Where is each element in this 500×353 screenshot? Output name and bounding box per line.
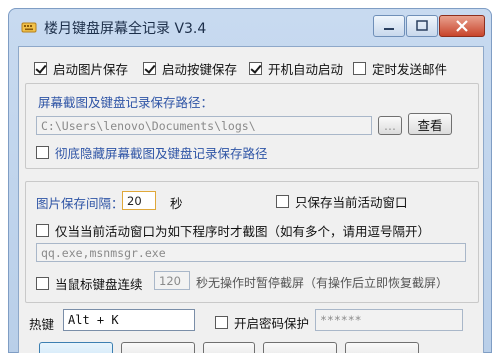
minimize-icon <box>384 28 394 30</box>
interval-unit: 秒 <box>170 196 183 211</box>
footer-button-1[interactable] <box>39 342 113 353</box>
program-only-checkbox[interactable]: 仅当当前活动窗口为如下程序时才截图（如有多个，请用逗号隔开） <box>36 221 430 240</box>
start-screenshot-save-checkbox[interactable]: 启动图片保存 <box>34 59 128 78</box>
footer-button-5[interactable] <box>345 342 419 353</box>
hide-path-checkbox[interactable]: 彻底隐藏屏幕截图及键盘记录保存路径 <box>36 143 268 162</box>
hotkey-input[interactable]: Alt + K <box>63 309 195 331</box>
checkbox-box <box>36 146 49 159</box>
hotkey-label: 热键 <box>29 317 55 332</box>
checkbox-box <box>143 62 156 75</box>
checkbox-box <box>276 195 289 208</box>
pause-seconds-input[interactable]: 120 <box>154 271 190 290</box>
active-window-only-checkbox[interactable]: 只保存当前活动窗口 <box>276 192 408 211</box>
interval-label: 图片保存间隔： <box>36 196 124 211</box>
minimize-button[interactable] <box>373 15 405 37</box>
capture-settings-group: 图片保存间隔： 20 秒 只保存当前活动窗口 仅当当前活动窗口为如下程序时才截图… <box>25 181 479 303</box>
window-title: 楼月键盘屏幕全记录 V3.4 <box>44 21 207 37</box>
footer-button-2[interactable] <box>121 342 195 353</box>
timed-email-checkbox[interactable]: 定时发送邮件 <box>353 59 447 78</box>
checkbox-box <box>215 316 228 329</box>
password-protect-checkbox[interactable]: 开启密码保护 <box>215 313 309 332</box>
program-list-field[interactable]: qq.exe,msnmsgr.exe <box>36 243 466 262</box>
checkbox-box <box>353 62 366 75</box>
main-panel: 启动图片保存 启动按键保存 开机自动启动 定时发送邮件 屏幕截图及键盘记录保存路… <box>18 46 484 353</box>
app-window: 楼月键盘屏幕全记录 V3.4 启动图片保存 启动按键保存 开机自动启动 定时发送… <box>8 8 492 353</box>
save-path-field[interactable]: C:\Users\lenovo\Documents\logs\ <box>36 116 372 135</box>
interval-input[interactable]: 20 <box>122 191 156 210</box>
footer-button-4[interactable] <box>263 342 337 353</box>
save-path-group: 屏幕截图及键盘记录保存路径： C:\Users\lenovo\Documents… <box>25 83 479 169</box>
pause-on-idle-checkbox[interactable]: 当鼠标键盘连续 <box>36 274 143 293</box>
view-button[interactable]: 查看 <box>408 113 452 135</box>
close-button[interactable] <box>439 15 485 37</box>
pause-suffix-label: 秒无操作时暂停截屏（有操作后立即恢复截屏） <box>196 276 449 290</box>
maximize-icon <box>416 20 428 31</box>
checkbox-box <box>34 62 47 75</box>
checkbox-box <box>36 277 49 290</box>
autostart-checkbox[interactable]: 开机自动启动 <box>249 59 343 78</box>
save-path-label: 屏幕截图及键盘记录保存路径： <box>38 95 214 110</box>
maximize-button[interactable] <box>406 15 438 37</box>
checkbox-box <box>36 224 49 237</box>
password-input[interactable]: ****** <box>315 309 463 331</box>
app-keyboard-icon <box>21 22 37 33</box>
browse-button[interactable]: ... <box>378 116 402 135</box>
close-icon <box>456 20 468 32</box>
start-keyboard-save-checkbox[interactable]: 启动按键保存 <box>143 59 237 78</box>
checkbox-box <box>249 62 262 75</box>
title-bar[interactable]: 楼月键盘屏幕全记录 V3.4 <box>8 8 492 46</box>
footer-button-3[interactable] <box>203 342 255 353</box>
